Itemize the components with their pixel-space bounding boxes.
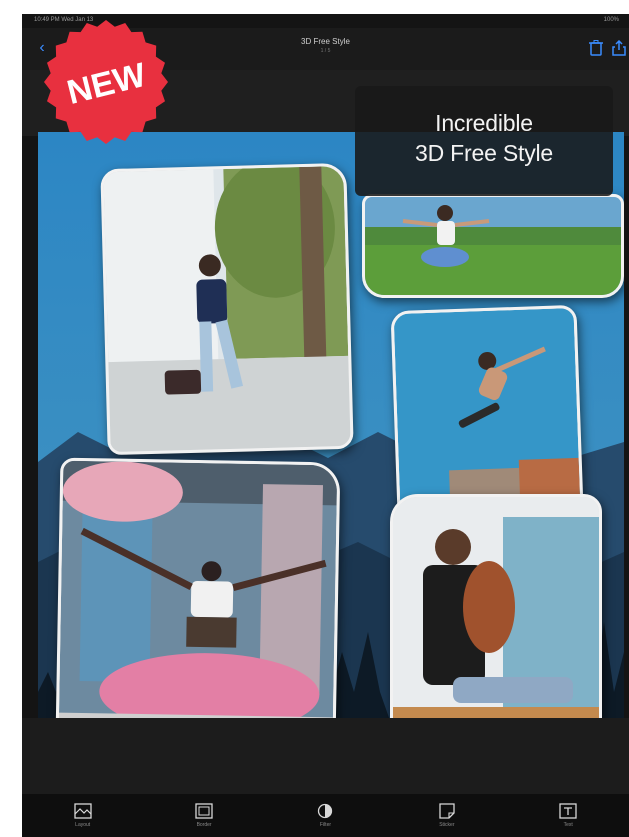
tool-label: Border xyxy=(196,822,212,828)
photo-frame-girl-grass[interactable] xyxy=(362,194,624,298)
tool-text[interactable]: Text xyxy=(538,796,598,836)
tool-label: Layout xyxy=(75,822,91,828)
canvas-bottom-margin xyxy=(22,718,629,794)
bottom-toolbar: Layout Border Filter Sticker Text xyxy=(22,794,629,837)
promo-title-line1: Incredible xyxy=(435,110,533,136)
text-box-icon xyxy=(559,803,577,819)
sticker-icon xyxy=(439,803,455,819)
promo-title-line2: 3D Free Style xyxy=(414,140,553,166)
photo-frame-jumping-man[interactable] xyxy=(55,457,341,732)
tool-filter[interactable]: Filter xyxy=(295,796,355,836)
tool-label: Text xyxy=(563,822,573,828)
tool-label: Filter xyxy=(319,822,332,828)
new-badge: NEW xyxy=(44,20,168,144)
contrast-icon xyxy=(318,803,333,819)
layout-icon xyxy=(74,803,92,819)
promo-banner: Incredible 3D Free Style xyxy=(355,86,613,196)
collage-canvas[interactable] xyxy=(38,132,624,732)
share-icon[interactable] xyxy=(611,39,627,56)
photo-frame-skateboarder[interactable] xyxy=(390,304,584,518)
trash-icon[interactable] xyxy=(589,40,603,56)
tool-sticker[interactable]: Sticker xyxy=(417,796,477,836)
battery-status: 100% xyxy=(603,17,619,23)
photo-frame-woman-walking[interactable] xyxy=(100,162,354,456)
frame-icon xyxy=(195,803,213,819)
tool-layout[interactable]: Layout xyxy=(53,796,113,836)
photo-frame-man-with-dog[interactable] xyxy=(390,494,602,732)
tool-border[interactable]: Border xyxy=(174,796,234,836)
tool-label: Sticker xyxy=(439,822,455,828)
